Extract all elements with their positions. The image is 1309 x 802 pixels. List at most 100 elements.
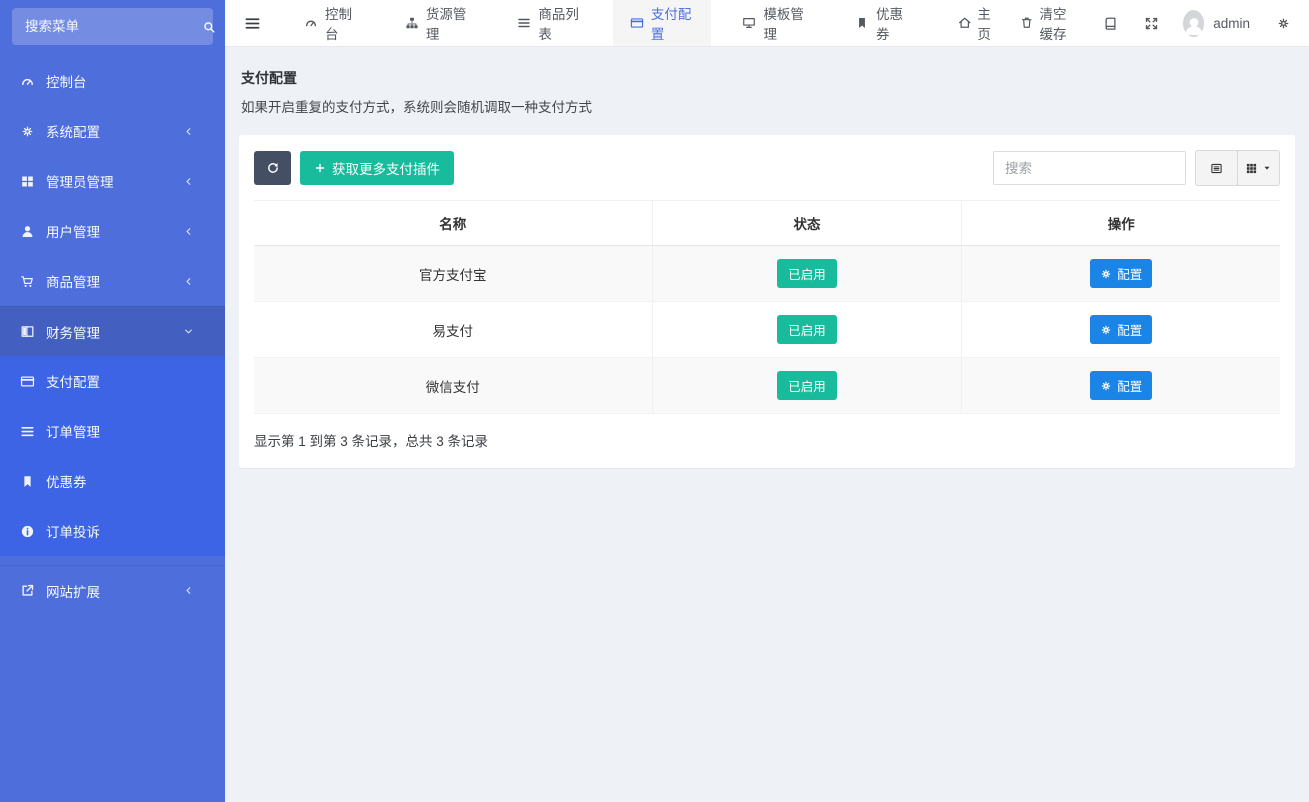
list-alt-icon <box>1210 162 1223 175</box>
payment-table: 名称 状态 操作 官方支付宝 已启用 配置 <box>254 200 1280 414</box>
status-badge[interactable]: 已启用 <box>777 315 837 344</box>
credit-card-icon <box>630 16 644 30</box>
refresh-button[interactable] <box>254 151 291 185</box>
column-header-status: 状态 <box>652 201 962 246</box>
tab-label: 支付配置 <box>651 3 695 43</box>
sidebar-toggle-button[interactable] <box>225 0 280 46</box>
tab-payment-config[interactable]: 支付配置 <box>613 0 712 46</box>
sidebar-item-site-extensions[interactable]: 网站扩展 <box>0 565 225 615</box>
tab-label: 优惠券 <box>876 3 908 43</box>
sidebar-item-finance-management[interactable]: 财务管理 <box>0 306 225 356</box>
search-icon[interactable] <box>202 20 216 34</box>
sidebar-item-label: 管理员管理 <box>46 171 114 191</box>
payment-name: 易支付 <box>254 302 652 358</box>
home-icon <box>958 16 972 30</box>
sidebar: 控制台 系统配置 管理员管理 用户管理 商品管理 财务管理 支付配置 订单管理 <box>0 0 225 802</box>
record-count-text: 显示第 1 到第 3 条记录，总共 3 条记录 <box>254 430 1280 450</box>
sidebar-item-label: 控制台 <box>46 71 87 91</box>
info-circle-icon <box>20 524 35 539</box>
cogs-icon <box>20 124 35 139</box>
column-header-actions: 操作 <box>962 201 1280 246</box>
external-link-icon <box>20 583 35 598</box>
columns-icon <box>20 324 35 339</box>
tab-coupons[interactable]: 优惠券 <box>838 0 925 46</box>
sidebar-item-system-config[interactable]: 系统配置 <box>0 106 225 156</box>
configure-label: 配置 <box>1117 376 1142 395</box>
home-link[interactable]: 主页 <box>958 3 994 43</box>
page-subtitle: 如果开启重复的支付方式，系统则会随机调取一种支付方式 <box>241 96 1293 116</box>
sidebar-item-order-complaints[interactable]: 订单投诉 <box>0 506 225 556</box>
main-content: 支付配置 如果开启重复的支付方式，系统则会随机调取一种支付方式 获取更多支付插件 <box>225 47 1309 802</box>
get-more-plugins-label: 获取更多支付插件 <box>332 158 440 178</box>
book-icon <box>1103 16 1118 31</box>
fullscreen-button[interactable] <box>1144 16 1159 31</box>
tab-label: 货源管理 <box>426 3 470 43</box>
detail-view-button[interactable] <box>1195 150 1238 186</box>
status-badge[interactable]: 已启用 <box>777 259 837 288</box>
tab-dashboard[interactable]: 控制台 <box>287 0 374 46</box>
chevron-left-icon <box>183 226 194 237</box>
sidebar-item-label: 财务管理 <box>46 322 100 342</box>
configure-button[interactable]: 配置 <box>1090 259 1152 288</box>
sidebar-item-label: 网站扩展 <box>46 581 100 601</box>
chevron-left-icon <box>183 126 194 137</box>
cogs-icon <box>1276 16 1291 31</box>
sidebar-submenu-finance: 支付配置 订单管理 优惠券 订单投诉 <box>0 356 225 556</box>
dashboard-icon <box>20 74 35 89</box>
configure-button[interactable]: 配置 <box>1090 371 1152 400</box>
trash-icon <box>1020 16 1034 30</box>
nav-tabs: 控制台 货源管理 商品列表 支付配置 模板管理 优惠券 <box>280 0 932 46</box>
bookmark-icon <box>855 16 869 30</box>
home-link-label: 主页 <box>977 3 994 43</box>
settings-button[interactable] <box>1276 16 1291 31</box>
username[interactable]: admin <box>1213 16 1250 31</box>
sidebar-item-label: 订单投诉 <box>46 521 100 541</box>
content-header: 支付配置 如果开启重复的支付方式，系统则会随机调取一种支付方式 <box>225 47 1309 135</box>
sidebar-item-label: 商品管理 <box>46 271 100 291</box>
gear-icon <box>1100 380 1112 392</box>
payment-name: 微信支付 <box>254 358 652 414</box>
tab-template-management[interactable]: 模板管理 <box>725 0 824 46</box>
table-search-input[interactable] <box>993 151 1186 185</box>
configure-label: 配置 <box>1117 320 1142 339</box>
content-panel: 获取更多支付插件 名称 状态 操作 <box>239 135 1295 468</box>
clear-cache-link[interactable]: 清空缓存 <box>1020 3 1077 43</box>
sidebar-item-user-management[interactable]: 用户管理 <box>0 206 225 256</box>
table-row: 微信支付 已启用 配置 <box>254 358 1280 414</box>
bookmark-icon <box>20 474 35 489</box>
navbar-right: 主页 清空缓存 admin <box>932 3 1309 43</box>
configure-button[interactable]: 配置 <box>1090 315 1152 344</box>
cart-icon <box>20 274 35 289</box>
sidebar-item-dashboard[interactable]: 控制台 <box>0 56 225 106</box>
dashboard-icon <box>304 16 318 30</box>
docs-button[interactable] <box>1103 16 1118 31</box>
list-icon <box>20 424 35 439</box>
sidebar-item-order-management[interactable]: 订单管理 <box>0 406 225 456</box>
table-row: 易支付 已启用 配置 <box>254 302 1280 358</box>
configure-label: 配置 <box>1117 264 1142 283</box>
avatar[interactable] <box>1183 10 1204 37</box>
tab-label: 商品列表 <box>538 3 582 43</box>
sidebar-item-label: 支付配置 <box>46 371 100 391</box>
expand-icon <box>1144 16 1159 31</box>
tab-label: 模板管理 <box>763 3 807 43</box>
chevron-left-icon <box>183 276 194 287</box>
sidebar-item-product-management[interactable]: 商品管理 <box>0 256 225 306</box>
status-badge[interactable]: 已启用 <box>777 371 837 400</box>
columns-toggle-button[interactable] <box>1237 150 1280 186</box>
refresh-icon <box>266 161 280 175</box>
tab-product-list[interactable]: 商品列表 <box>500 0 599 46</box>
sidebar-item-admin-management[interactable]: 管理员管理 <box>0 156 225 206</box>
table-header-row: 名称 状态 操作 <box>254 201 1280 246</box>
th-large-icon <box>20 174 35 189</box>
sidebar-search-input[interactable] <box>25 19 202 34</box>
list-icon <box>517 16 531 30</box>
payment-name: 官方支付宝 <box>254 246 652 302</box>
get-more-plugins-button[interactable]: 获取更多支付插件 <box>300 151 454 185</box>
sidebar-item-coupons[interactable]: 优惠券 <box>0 456 225 506</box>
tab-label: 控制台 <box>325 3 357 43</box>
column-header-name: 名称 <box>254 201 652 246</box>
sidebar-item-payment-config[interactable]: 支付配置 <box>0 356 225 406</box>
tab-supply-management[interactable]: 货源管理 <box>388 0 487 46</box>
user-icon <box>20 224 35 239</box>
